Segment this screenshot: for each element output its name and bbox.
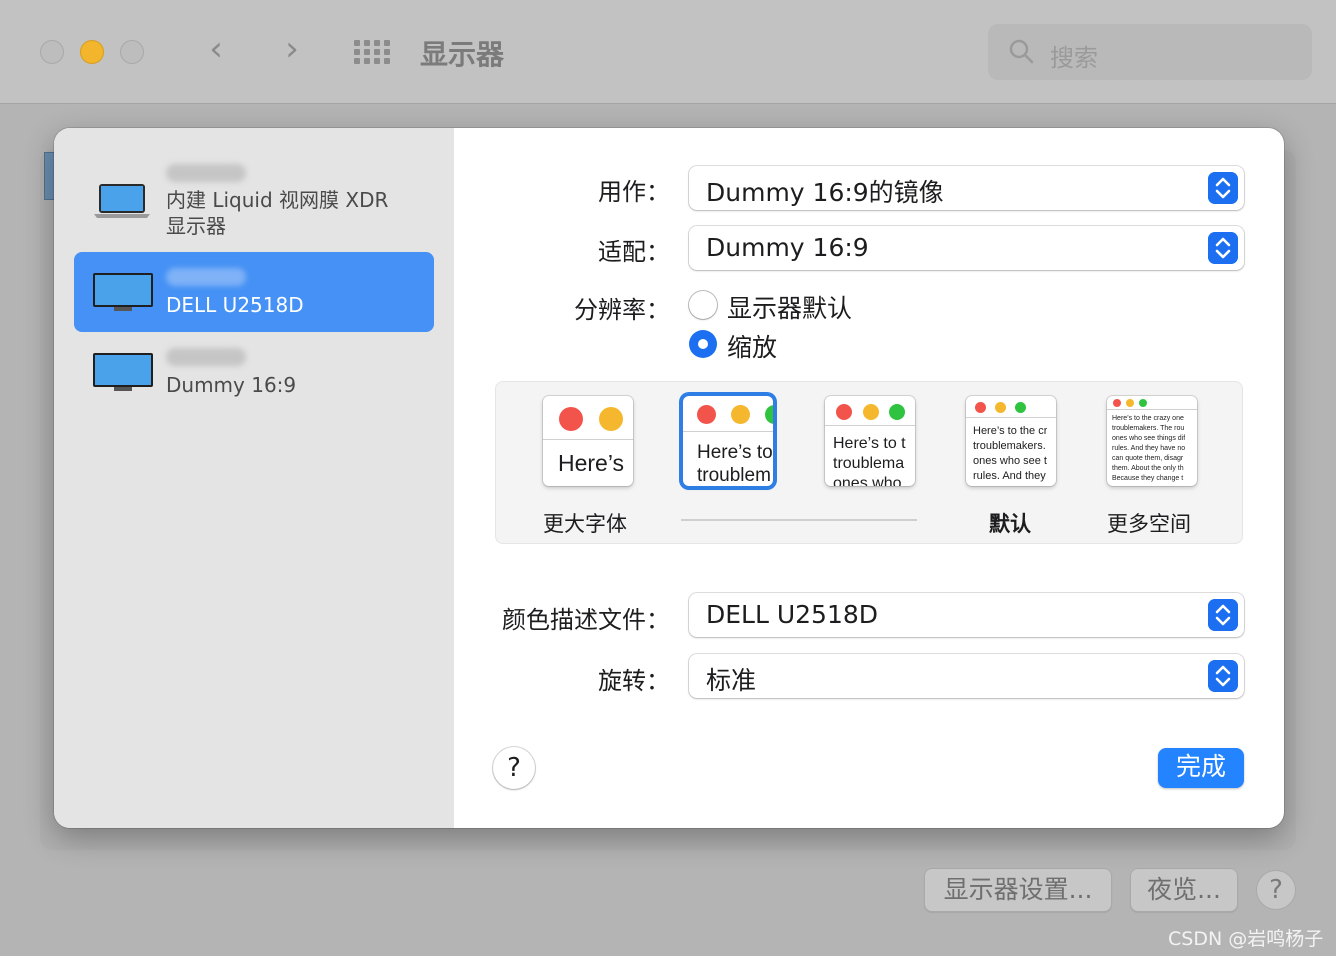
display-item-dell[interactable]: DELL U2518D — [74, 252, 434, 332]
popup-arrows-icon — [1208, 660, 1238, 692]
search-placeholder: 搜索 — [1050, 44, 1098, 72]
rotation-popup[interactable]: 标准 — [689, 654, 1244, 698]
caption-more-space: 更多空间 — [1107, 512, 1191, 536]
blurred-display-name — [166, 348, 246, 366]
monitor-icon — [93, 353, 153, 391]
scale-option-selected[interactable]: Here’s to troublem — [683, 396, 773, 486]
radio-button[interactable] — [689, 291, 717, 319]
scaled-resolution-chooser: Here’s Here’s to troublem Here’s to t tr… — [495, 381, 1243, 544]
popup-arrows-icon — [1208, 172, 1238, 204]
display-label: DELL U2518D — [166, 293, 304, 317]
blurred-display-name — [166, 164, 246, 182]
caption-larger-text: 更大字体 — [543, 512, 627, 536]
help-button[interactable]: ? — [493, 747, 535, 789]
use-as-value: Dummy 16:9的镜像 — [706, 178, 944, 207]
zoom-window-button[interactable] — [120, 40, 144, 64]
fit-label: 适配： — [598, 238, 670, 266]
popup-arrows-icon — [1208, 599, 1238, 631]
toolbar: ‹ › 显示器 搜索 — [0, 0, 1336, 104]
popup-arrows-icon — [1208, 232, 1238, 264]
color-profile-value: DELL U2518D — [706, 600, 879, 629]
show-all-grid-icon[interactable] — [354, 40, 390, 64]
search-field[interactable]: 搜索 — [988, 24, 1312, 80]
display-settings-sheet: 内建 Liquid 视网膜 XDR 显示器 DELL U2518D Dummy … — [54, 128, 1284, 828]
display-settings-pane: 用作： Dummy 16:9的镜像 适配： Dummy 16:9 分辨率： 显示… — [454, 128, 1284, 828]
display-label-line2: 显示器 — [166, 214, 226, 238]
night-shift-button[interactable]: 夜览... — [1130, 868, 1238, 912]
back-chevron-icon[interactable]: ‹ — [204, 32, 228, 68]
scale-option-larger-text[interactable]: Here’s — [543, 396, 633, 486]
display-list-sidebar: 内建 Liquid 视网膜 XDR 显示器 DELL U2518D Dummy … — [54, 128, 454, 828]
display-label: 内建 Liquid 视网膜 XDR — [166, 188, 389, 212]
laptop-icon — [94, 184, 150, 218]
rotation-value: 标准 — [706, 666, 757, 695]
sample-text: Here’s to the crazy one troublemakers. T… — [1112, 415, 1186, 482]
display-settings-button[interactable]: 显示器设置... — [924, 868, 1112, 912]
color-profile-popup[interactable]: DELL U2518D — [689, 593, 1244, 637]
radio-label: 显示器默认 — [727, 294, 853, 323]
rotation-label: 旋转： — [598, 667, 670, 695]
display-item-builtin[interactable]: 内建 Liquid 视网膜 XDR 显示器 — [74, 154, 434, 238]
minimize-window-button[interactable] — [80, 40, 104, 64]
done-button[interactable]: 完成 — [1158, 748, 1244, 788]
use-as-popup[interactable]: Dummy 16:9的镜像 — [689, 166, 1244, 210]
scale-option-more-space[interactable]: Here’s to the crazy one troublemakers. T… — [1107, 396, 1197, 486]
color-profile-label: 颜色描述文件： — [502, 606, 670, 634]
watermark: CSDN @岩鸣杨子 — [1168, 928, 1324, 950]
sample-text: Here’s to t troublema ones who — [833, 435, 906, 486]
monitor-icon — [93, 273, 153, 311]
sample-text: Here’s to the cr troublemakers. ones who… — [973, 425, 1048, 482]
radio-label: 缩放 — [727, 333, 778, 362]
scale-divider — [681, 519, 917, 521]
resolution-label: 分辨率： — [574, 296, 670, 324]
sample-text: Here’s to troublem — [697, 442, 773, 486]
fit-value: Dummy 16:9 — [706, 233, 869, 262]
search-icon — [1009, 39, 1034, 64]
radio-button-checked[interactable] — [689, 330, 717, 358]
forward-chevron-icon[interactable]: › — [280, 32, 304, 68]
scale-option-default[interactable]: Here’s to the cr troublemakers. ones who… — [966, 396, 1056, 486]
display-label: Dummy 16:9 — [166, 373, 297, 397]
close-window-button[interactable] — [40, 40, 64, 64]
fit-popup[interactable]: Dummy 16:9 — [689, 226, 1244, 270]
use-as-label: 用作： — [598, 178, 670, 206]
window-title: 显示器 — [420, 38, 505, 71]
blurred-display-name — [166, 268, 246, 286]
background-help-button[interactable]: ? — [1256, 870, 1296, 910]
sample-text: Here’s — [558, 450, 625, 476]
caption-default: 默认 — [989, 512, 1031, 536]
scale-option-medium[interactable]: Here’s to t troublema ones who — [825, 396, 915, 486]
display-item-dummy[interactable]: Dummy 16:9 — [74, 332, 434, 412]
